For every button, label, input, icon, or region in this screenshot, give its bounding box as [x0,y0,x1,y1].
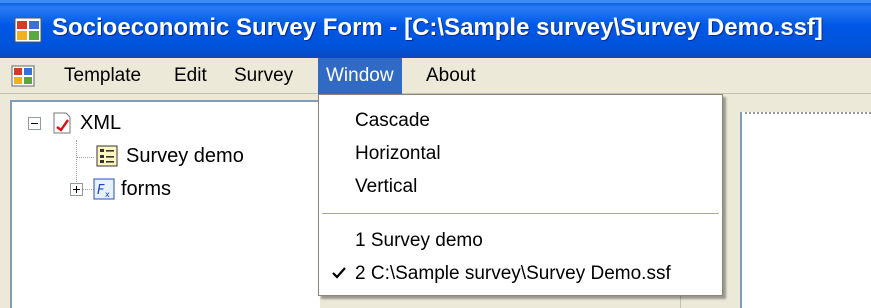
form-list-icon [96,145,118,167]
menu-item-window-1[interactable]: 1 Survey demo [319,225,722,257]
tree-node-label: forms [121,177,171,200]
menu-item-horizontal[interactable]: Horizontal [319,138,722,170]
checkmark-icon [332,267,346,279]
title-bar[interactable]: Socioeconomic Survey Form - [C:\Sample s… [0,0,871,58]
tree-node-forms[interactable]: F x forms [70,175,171,203]
tree-connector [76,157,94,158]
svg-text:x: x [105,190,110,199]
menu-bar: Template Edit Survey Window About [0,58,871,94]
menu-item-label: 2 C:\Sample survey\Survey Demo.ssf [355,263,671,284]
menu-item-cascade[interactable]: Cascade [319,105,722,137]
tree-view[interactable]: XML Survey demo F x forms [10,100,320,308]
menu-item-window-2[interactable]: 2 C:\Sample survey\Survey Demo.ssf [319,258,722,290]
menu-window[interactable]: Window [318,58,402,94]
tree-node-survey-demo[interactable]: Survey demo [96,142,244,170]
menu-about[interactable]: About [418,58,484,94]
svg-text:F: F [97,183,105,198]
expand-toggle[interactable] [70,182,83,196]
app-icon[interactable] [11,65,35,87]
collapse-toggle[interactable] [28,116,41,130]
tree-node-label: XML [80,111,122,134]
xml-document-icon [53,112,71,134]
tree-node-label: Survey demo [126,144,244,167]
menu-item-vertical[interactable]: Vertical [319,171,722,203]
tree-node-xml[interactable]: XML [28,109,121,137]
mdi-child-window[interactable] [740,112,871,308]
forms-folder-icon: F x [93,178,115,200]
menu-separator [322,213,719,214]
window-menu-dropdown: Cascade Horizontal Vertical 1 Survey dem… [318,94,723,296]
app-icon[interactable] [14,17,42,43]
window-title: Socioeconomic Survey Form - [C:\Sample s… [52,14,823,41]
menu-survey[interactable]: Survey [226,58,301,94]
menu-template[interactable]: Template [56,58,149,94]
menu-edit[interactable]: Edit [166,58,215,94]
